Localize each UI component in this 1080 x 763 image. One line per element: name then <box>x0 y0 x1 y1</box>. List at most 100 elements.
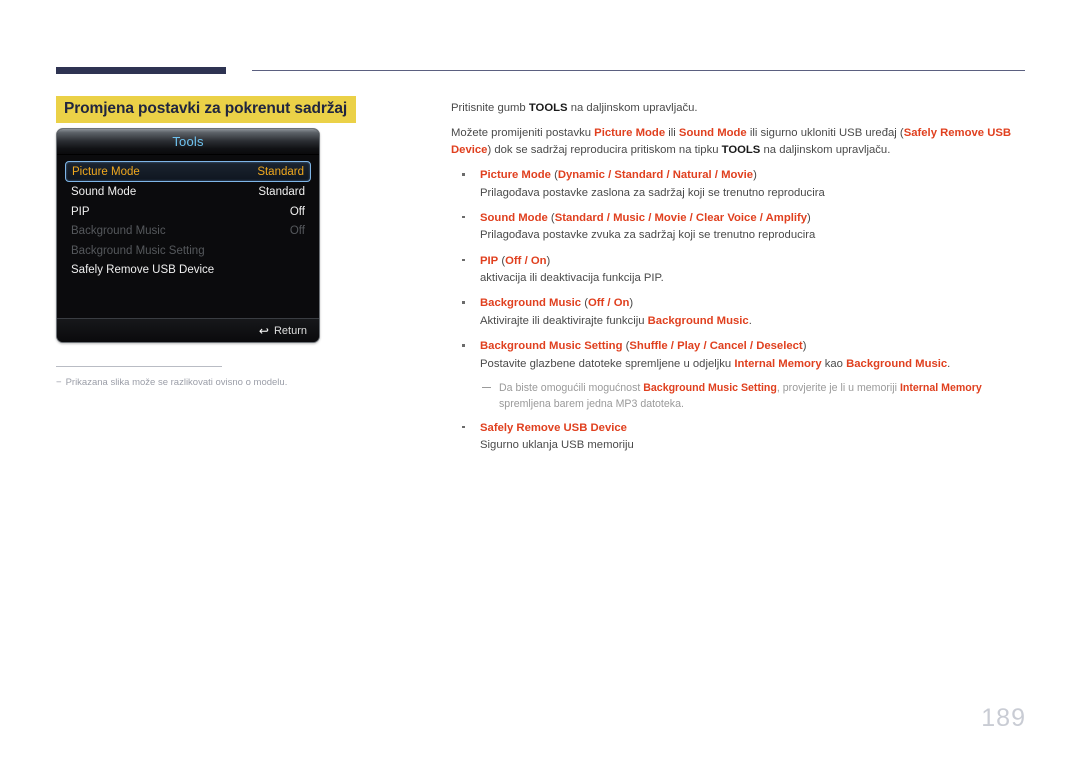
desc-red-background-music: Background Music <box>846 357 948 370</box>
desc-red: Background Music <box>647 314 749 327</box>
intro1-post: na daljinskom upravljaču. <box>567 102 698 114</box>
bullet-safely-remove-usb-device: Safely Remove USB Device Sigurno uklanja… <box>451 420 1031 454</box>
desc-pre: Postavite glazbene datoteke spremljene u… <box>480 357 735 370</box>
bullet-options: Dynamic / Standard / Natural / Movie <box>557 169 754 182</box>
bullet-marker-icon <box>462 258 465 262</box>
inline-note: Da biste omogućili mogućnost Background … <box>482 381 1031 413</box>
bullet-heading: Picture Mode (Dynamic / Standard / Natur… <box>480 167 1031 183</box>
header-rule-line <box>252 70 1025 71</box>
intro-paragraph-2: Možete promijeniti postavku Picture Mode… <box>451 125 1031 158</box>
desc-red-internal-memory: Internal Memory <box>734 357 822 370</box>
bullet-marker-icon <box>462 301 465 304</box>
bullet-picture-mode: Picture Mode (Dynamic / Standard / Natur… <box>451 167 1031 201</box>
footnote-rule <box>56 366 222 367</box>
osd-row-value: Standard <box>258 186 305 198</box>
bullet-name: Background Music <box>480 297 582 310</box>
settings-bullet-list: Picture Mode (Dynamic / Standard / Natur… <box>451 167 1031 453</box>
bullet-options: Standard / Music / Movie / Clear Voice /… <box>554 211 808 224</box>
bullet-description: Sigurno uklanja USB memoriju <box>480 439 634 452</box>
osd-row-sound-mode[interactable]: Sound Mode Standard <box>65 183 311 202</box>
intro2-p3: ili sigurno ukloniti USB uređaj ( <box>746 127 904 140</box>
bullet-heading: Background Music (Off / On) <box>480 295 1031 311</box>
footnote-dash: − <box>56 377 62 388</box>
osd-footer: ↩ Return <box>57 318 319 342</box>
osd-menu-list: Picture Mode Standard Sound Mode Standar… <box>57 155 319 318</box>
left-column: Promjena postavki za pokrenut sadržaj <box>56 96 436 123</box>
bullet-heading: PIP (Off / On) <box>480 253 1031 269</box>
bullet-description: Aktivirajte ili deaktivirajte funkciju B… <box>480 313 1031 329</box>
bullet-name: Safely Remove USB Device <box>480 421 627 434</box>
bullet-paren-close: ) <box>546 254 551 267</box>
desc-post: . <box>947 357 951 370</box>
note-dash-icon <box>482 386 491 389</box>
note-p3: spremljena barem jedna MP3 datoteka. <box>499 397 684 410</box>
bullet-marker-icon <box>462 173 465 176</box>
tools-osd-panel: Tools Picture Mode Standard Sound Mode S… <box>56 128 320 343</box>
page-number: 189 <box>981 704 1026 732</box>
note-p1: Da biste omogućili mogućnost <box>499 381 644 394</box>
bullet-background-music: Background Music (Off / On) Aktivirajte … <box>451 295 1031 329</box>
note-p2: , provjerite je li u memoriji <box>776 381 900 394</box>
bullet-sound-mode: Sound Mode (Standard / Music / Movie / C… <box>451 210 1031 244</box>
osd-row-label: Background Music <box>71 225 166 237</box>
bullet-name: PIP <box>480 254 499 267</box>
intro-paragraph-1: Pritisnite gumb TOOLS na daljinskom upra… <box>451 100 1031 116</box>
bullet-paren-close: ) <box>807 211 811 224</box>
bullet-paren-close: ) <box>802 340 807 353</box>
bullet-options: Off / On <box>505 254 547 267</box>
bullet-name: Background Music Setting <box>480 340 623 353</box>
return-arrow-icon: ↩ <box>258 323 269 338</box>
osd-row-picture-mode[interactable]: Picture Mode Standard <box>65 161 311 182</box>
bullet-marker-icon <box>462 344 465 347</box>
bullet-description: Prilagođava postavke zaslona za sadržaj … <box>480 186 825 199</box>
bullet-description: Prilagođava postavke zvuka za sadržaj ko… <box>480 229 816 242</box>
right-column: Pritisnite gumb TOOLS na daljinskom upra… <box>451 100 1031 462</box>
osd-row-background-music: Background Music Off <box>65 222 311 241</box>
intro1-pre: Pritisnite gumb <box>451 102 529 114</box>
bullet-description: aktivacija ili deaktivacija funkcija PIP… <box>480 272 664 284</box>
bullet-heading: Sound Mode (Standard / Music / Movie / C… <box>480 210 1031 226</box>
intro2-picture-mode: Picture Mode <box>594 127 666 140</box>
bullet-background-music-setting: Background Music Setting (Shuffle / Play… <box>451 338 1031 413</box>
image-footnote: − Prikazana slika može se razlikovati ovi… <box>56 376 396 389</box>
osd-row-label: Background Music Setting <box>71 244 205 257</box>
osd-row-pip[interactable]: PIP Off <box>65 202 311 221</box>
osd-row-safely-remove-usb-device[interactable]: Safely Remove USB Device <box>65 261 311 280</box>
intro1-key: TOOLS <box>528 102 568 114</box>
bullet-paren-close: ) <box>629 297 634 310</box>
return-label: Return <box>273 324 307 337</box>
intro2-p4: ) dok se sadržaj reproducira pritiskom n… <box>487 143 722 156</box>
page-title: Promjena postavki za pokrenut sadržaj <box>56 96 357 123</box>
note-red-internal-memory: Internal Memory <box>899 381 982 394</box>
bullet-options: Off / On <box>587 297 630 310</box>
osd-row-label: Safely Remove USB Device <box>71 264 215 276</box>
bullet-name: Picture Mode <box>480 169 551 182</box>
intro2-tools-key: TOOLS <box>721 143 761 156</box>
desc-pre: Aktivirajte ili deaktivirajte funkciju <box>480 314 648 327</box>
bullet-name: Sound Mode <box>480 211 548 224</box>
bullet-heading: Background Music Setting (Shuffle / Play… <box>480 338 1031 354</box>
osd-row-label: Sound Mode <box>71 186 137 198</box>
bullet-pip: PIP (Off / On) aktivacija ili deaktivaci… <box>451 253 1031 287</box>
osd-title: Tools <box>57 129 319 155</box>
osd-row-value: Off <box>289 225 305 237</box>
osd-row-value: Standard <box>257 165 304 178</box>
osd-row-label: Picture Mode <box>72 165 140 178</box>
bullet-description: Postavite glazbene datoteke spremljene u… <box>480 356 1031 372</box>
intro2-p1: Možete promijeniti postavku <box>451 127 595 140</box>
footnote-text: Prikazana slika može se razlikovati ovis… <box>65 377 288 388</box>
bullet-heading: Safely Remove USB Device <box>480 420 1031 436</box>
desc-mid: kao <box>821 357 847 370</box>
intro2-p5: na daljinskom upravljaču. <box>760 143 891 156</box>
intro2-p2: ili <box>665 127 679 140</box>
bullet-marker-icon <box>462 425 465 429</box>
bullet-marker-icon <box>462 215 465 219</box>
desc-post: . <box>748 314 752 327</box>
bullet-paren-close: ) <box>753 169 757 182</box>
osd-row-value: Off <box>289 205 305 218</box>
header-accent-bar <box>56 67 226 74</box>
osd-row-label: PIP <box>71 205 90 218</box>
manual-page: Promjena postavki za pokrenut sadržaj To… <box>0 0 1080 763</box>
intro2-sound-mode: Sound Mode <box>678 127 747 140</box>
osd-row-background-music-setting: Background Music Setting <box>65 241 311 260</box>
